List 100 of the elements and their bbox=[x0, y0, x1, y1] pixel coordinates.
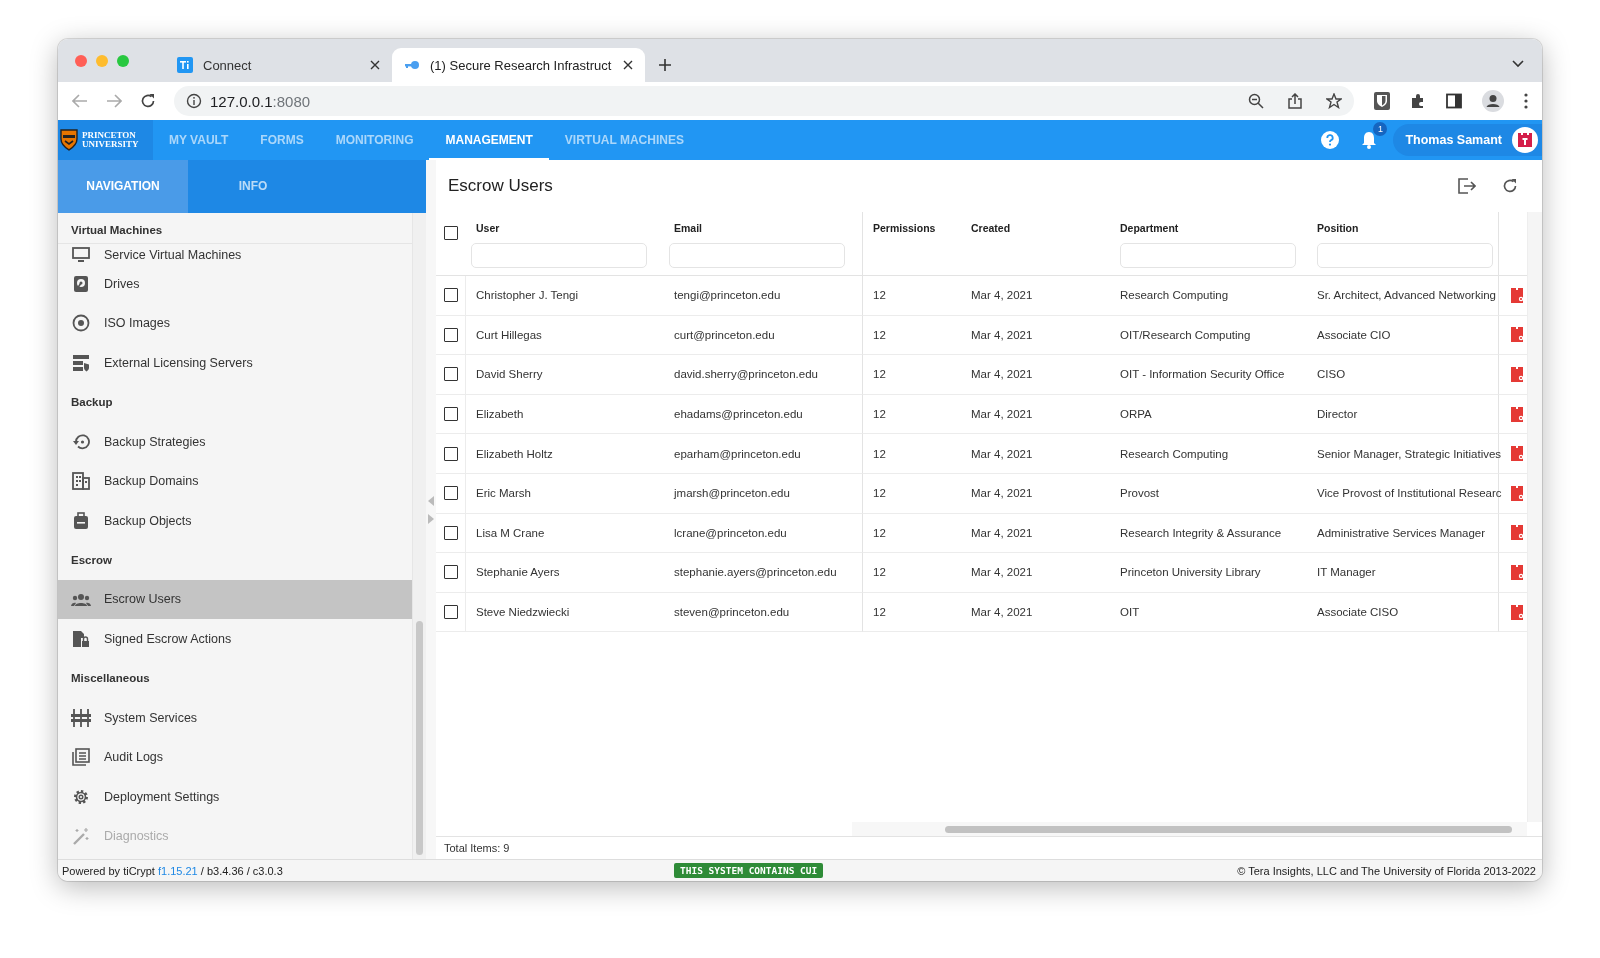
chevron-down-icon[interactable] bbox=[1512, 59, 1524, 68]
sidebar-item[interactable]: Backup Strategies bbox=[58, 421, 413, 462]
table-cell: 12 bbox=[863, 434, 961, 474]
table-cell: Mar 4, 2021 bbox=[961, 513, 1110, 554]
checkbox[interactable] bbox=[443, 605, 458, 620]
scrollbar-thumb[interactable] bbox=[416, 621, 424, 855]
table-cell: lcrane@princeton.edu bbox=[664, 513, 863, 554]
reload-icon[interactable] bbox=[140, 93, 156, 109]
url-text: 127.0.0.1:8080 bbox=[210, 92, 311, 110]
table-cell: Mar 4, 2021 bbox=[961, 473, 1110, 514]
address-field[interactable]: 127.0.0.1:8080 bbox=[174, 86, 1354, 116]
kebab-menu-icon[interactable] bbox=[1524, 93, 1528, 109]
university-logo[interactable]: PRINCETON UNIVERSITY bbox=[58, 120, 153, 160]
filter-field[interactable] bbox=[669, 243, 845, 268]
refresh-icon[interactable] bbox=[1502, 178, 1518, 194]
sidebar-item[interactable]: ISO Images bbox=[58, 303, 413, 344]
file-lock-icon[interactable] bbox=[1511, 327, 1523, 343]
table-cell: Provost bbox=[1110, 473, 1307, 514]
checkbox[interactable] bbox=[443, 367, 458, 382]
puzzle-icon[interactable] bbox=[1410, 93, 1426, 109]
close-icon[interactable] bbox=[623, 60, 634, 70]
sidebar-item[interactable]: Escrow Users bbox=[58, 579, 413, 620]
table-cell: Research Computing bbox=[1110, 276, 1307, 316]
file-lock-icon[interactable] bbox=[1511, 367, 1523, 382]
close-icon[interactable] bbox=[370, 60, 380, 70]
star-icon[interactable] bbox=[1326, 93, 1342, 109]
zoom-out-icon[interactable] bbox=[1248, 93, 1264, 109]
sidebar-item[interactable]: Drives bbox=[58, 264, 413, 304]
building-icon bbox=[72, 472, 90, 491]
share-icon[interactable] bbox=[1288, 93, 1302, 109]
file-lock-icon bbox=[72, 629, 90, 648]
table-cell: ORPA bbox=[1110, 394, 1307, 435]
checkbox[interactable] bbox=[443, 446, 458, 461]
sidebar-item[interactable]: Backup Objects bbox=[58, 500, 413, 541]
version-text: Powered by tiCrypt f1.15.21 / b3.4.36 / c3.0.3 bbox=[62, 864, 284, 877]
sidebar-item[interactable]: Signed Escrow Actions bbox=[58, 619, 413, 659]
file-lock-icon[interactable] bbox=[1511, 564, 1523, 580]
table-cell: OIT bbox=[1110, 592, 1307, 633]
filter-field[interactable] bbox=[1317, 243, 1493, 268]
table-cell: 12 bbox=[863, 513, 961, 554]
column-header[interactable]: User bbox=[476, 222, 664, 234]
table-cell: Sr. Architect, Advanced Networking bbox=[1307, 276, 1499, 316]
profile-icon[interactable] bbox=[1482, 90, 1504, 112]
help-icon[interactable] bbox=[1321, 131, 1340, 149]
table-cell: 12 bbox=[863, 553, 961, 593]
logo-text: UNIVERSITY bbox=[82, 140, 139, 149]
browser-tab[interactable]: (1) Secure Research Infrastruct bbox=[392, 48, 646, 82]
file-lock-icon[interactable] bbox=[1511, 406, 1523, 422]
shield-icon[interactable] bbox=[1374, 92, 1390, 110]
user-menu-button[interactable]: Thomas Samant bbox=[1393, 124, 1542, 156]
table-cell: Mar 4, 2021 bbox=[961, 355, 1110, 395]
bell-icon[interactable] bbox=[1361, 131, 1378, 149]
filter-field[interactable] bbox=[1120, 243, 1296, 268]
checkbox[interactable] bbox=[443, 327, 458, 342]
file-lock-icon[interactable] bbox=[1511, 446, 1523, 462]
checkbox[interactable] bbox=[443, 525, 458, 540]
new-tab-icon[interactable] bbox=[659, 58, 672, 71]
filter-field[interactable] bbox=[471, 243, 647, 268]
checkbox[interactable] bbox=[443, 288, 458, 303]
column-header[interactable]: Department bbox=[1120, 222, 1307, 234]
table-cell: Elizabeth Holtz bbox=[466, 434, 664, 474]
table-cell: Senior Manager, Strategic Initiatives bbox=[1307, 434, 1499, 474]
sidebar-item[interactable]: Backup Domains bbox=[58, 461, 413, 501]
table-cell: curt@princeton.edu bbox=[664, 315, 863, 356]
table-cell: steven@princeton.edu bbox=[664, 592, 863, 633]
table-cell: jmarsh@princeton.edu bbox=[664, 473, 863, 514]
table-cell: Lisa M Crane bbox=[466, 513, 664, 554]
checkbox[interactable] bbox=[444, 226, 458, 240]
sidebar-item[interactable]: External Licensing Servers bbox=[58, 343, 413, 383]
sidebar-item[interactable]: Audit Logs bbox=[58, 737, 413, 777]
file-lock-icon[interactable] bbox=[1511, 287, 1523, 303]
sidebar-item[interactable]: Service Virtual Machines bbox=[58, 244, 413, 264]
table-cell: Mar 4, 2021 bbox=[961, 434, 1110, 474]
sidebar-item[interactable]: System Services bbox=[58, 697, 413, 738]
file-lock-icon[interactable] bbox=[1511, 525, 1523, 541]
scrollbar-thumb[interactable] bbox=[945, 826, 1512, 833]
log-icon bbox=[72, 748, 90, 767]
table-cell: Curt Hillegas bbox=[466, 315, 664, 356]
checkbox[interactable] bbox=[443, 407, 458, 422]
table-cell: Mar 4, 2021 bbox=[961, 592, 1110, 633]
table-cell: eparham@princeton.edu bbox=[664, 434, 863, 474]
column-header[interactable]: Created bbox=[971, 222, 1110, 234]
column-header[interactable]: Permissions bbox=[873, 222, 961, 234]
section-heading: Escrow bbox=[70, 552, 113, 568]
file-lock-icon[interactable] bbox=[1511, 604, 1523, 620]
export-icon[interactable] bbox=[1458, 178, 1476, 194]
info-icon bbox=[186, 93, 202, 109]
table-cell: Administrative Services Manager bbox=[1307, 513, 1499, 554]
column-header[interactable]: Email bbox=[674, 222, 862, 234]
table-cell: 12 bbox=[863, 394, 961, 435]
sidebar-icon[interactable] bbox=[1446, 93, 1462, 109]
magic-wand-icon bbox=[72, 827, 90, 846]
file-lock-icon[interactable] bbox=[1511, 485, 1523, 501]
column-header[interactable]: Position bbox=[1317, 222, 1498, 234]
checkbox[interactable] bbox=[443, 565, 458, 580]
browser-tab[interactable]: Connect bbox=[165, 48, 392, 82]
table-cell: CISO bbox=[1307, 355, 1499, 395]
monitor-icon bbox=[72, 246, 90, 262]
sidebar-item[interactable]: Deployment Settings bbox=[58, 776, 413, 817]
checkbox[interactable] bbox=[443, 486, 458, 501]
